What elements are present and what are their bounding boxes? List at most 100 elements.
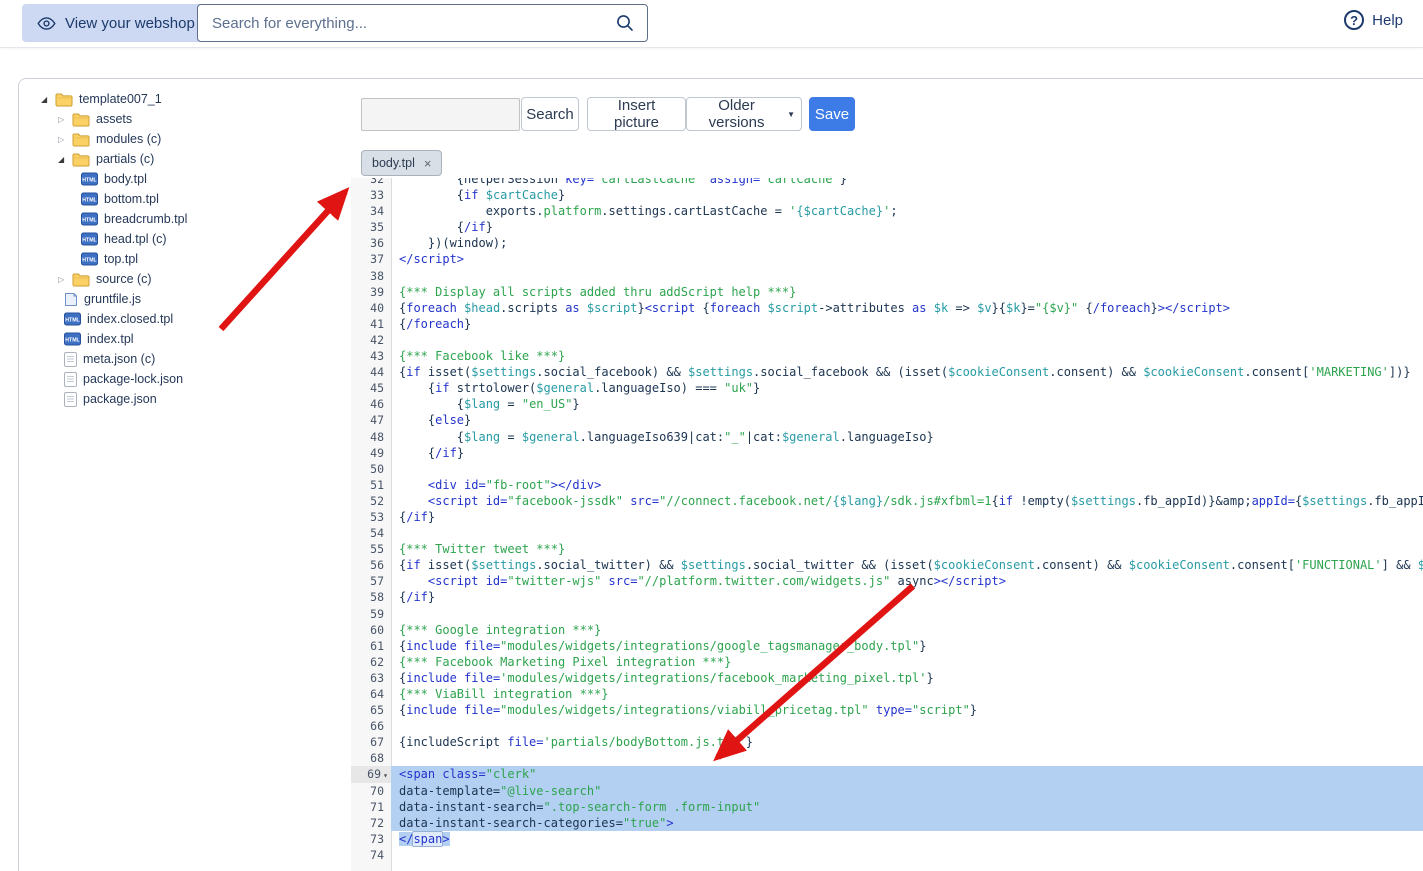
code-line[interactable]: 53{/if}: [351, 509, 1423, 525]
editor-search-input[interactable]: [361, 98, 520, 131]
code-line-text[interactable]: {else}: [391, 412, 1423, 428]
code-line-text[interactable]: <div id="fb-root"></div>: [391, 477, 1423, 493]
code-line-text[interactable]: [391, 525, 1423, 541]
collapse-icon[interactable]: ◢: [41, 95, 55, 104]
code-line-text[interactable]: {$lang = "en_US"}: [391, 396, 1423, 412]
tree-item-template007-1[interactable]: ◢template007_1: [41, 89, 341, 109]
code-line-text[interactable]: [391, 332, 1423, 348]
code-line[interactable]: 56{if isset($settings.social_twitter) &&…: [351, 557, 1423, 573]
code-line-text[interactable]: {*** Display all scripts added thru addS…: [391, 284, 1423, 300]
tree-item-bottom-tpl[interactable]: HTMLbottom.tpl: [41, 189, 341, 209]
code-line[interactable]: 74: [351, 847, 1423, 863]
code-line-text[interactable]: data-instant-search=".top-search-form .f…: [391, 799, 1423, 815]
code-line[interactable]: 52 <script id="facebook-jssdk" src="//co…: [351, 493, 1423, 509]
code-line[interactable]: 41{/foreach}: [351, 316, 1423, 332]
code-line[interactable]: 61{include file="modules/widgets/integra…: [351, 638, 1423, 654]
code-line[interactable]: 44{if isset($settings.social_facebook) &…: [351, 364, 1423, 380]
code-line[interactable]: 39{*** Display all scripts added thru ad…: [351, 284, 1423, 300]
code-line-text[interactable]: {*** Facebook Marketing Pixel integratio…: [391, 654, 1423, 670]
tree-item-package-lock-json[interactable]: package-lock.json: [41, 369, 341, 389]
code-line-text[interactable]: {/foreach}: [391, 316, 1423, 332]
code-line-text[interactable]: {/if}: [391, 509, 1423, 525]
code-line[interactable]: 59: [351, 606, 1423, 622]
code-line-text[interactable]: {if $cartCache}: [391, 187, 1423, 203]
code-line-text[interactable]: {*** ViaBill integration ***}: [391, 686, 1423, 702]
tree-item-top-tpl[interactable]: HTMLtop.tpl: [41, 249, 341, 269]
collapse-icon[interactable]: ◢: [58, 155, 72, 164]
code-line[interactable]: 57 <script id="twitter-wjs" src="//platf…: [351, 573, 1423, 589]
code-line[interactable]: 55{*** Twitter tweet ***}: [351, 541, 1423, 557]
expand-icon[interactable]: ▷: [58, 275, 72, 284]
code-line-text[interactable]: {*** Facebook like ***}: [391, 348, 1423, 364]
tree-item-head-tpl-c[interactable]: HTMLhead.tpl (c): [41, 229, 341, 249]
code-line-text[interactable]: {/if}: [391, 445, 1423, 461]
code-line[interactable]: 50: [351, 461, 1423, 477]
code-line-text[interactable]: {$lang = $general.languageIso639|cat:"_"…: [391, 429, 1423, 445]
code-line-text[interactable]: <span class="clerk": [391, 766, 1423, 782]
tree-item-gruntfile-js[interactable]: gruntfile.js: [41, 289, 341, 309]
tree-item-partials-c[interactable]: ◢partials (c): [41, 149, 341, 169]
code-line-text[interactable]: [391, 606, 1423, 622]
save-button[interactable]: Save: [809, 97, 855, 131]
code-line[interactable]: 51 <div id="fb-root"></div>: [351, 477, 1423, 493]
code-line-text[interactable]: [391, 718, 1423, 734]
code-line[interactable]: 58{/if}: [351, 589, 1423, 605]
code-line[interactable]: 62{*** Facebook Marketing Pixel integrat…: [351, 654, 1423, 670]
code-line-text[interactable]: [391, 461, 1423, 477]
code-line-text[interactable]: {if isset($settings.social_facebook) && …: [391, 364, 1423, 380]
code-line-text[interactable]: data-template="@live-search": [391, 783, 1423, 799]
code-line-text[interactable]: {if isset($settings.social_twitter) && $…: [391, 557, 1423, 573]
close-tab-icon[interactable]: ×: [424, 157, 432, 170]
tree-item-index-closed-tpl[interactable]: HTMLindex.closed.tpl: [41, 309, 341, 329]
view-webshop-button[interactable]: View your webshop: [22, 4, 210, 42]
code-line[interactable]: 33 {if $cartCache}: [351, 187, 1423, 203]
code-line[interactable]: 68: [351, 750, 1423, 766]
older-versions-button[interactable]: Older versions ▼: [686, 97, 802, 131]
code-line[interactable]: 65{include file="modules/widgets/integra…: [351, 702, 1423, 718]
search-icon[interactable]: [616, 14, 634, 32]
code-line-text[interactable]: [391, 750, 1423, 766]
code-line[interactable]: 66: [351, 718, 1423, 734]
code-line[interactable]: 64{*** ViaBill integration ***}: [351, 686, 1423, 702]
code-line-text[interactable]: {include file='modules/widgets/integrati…: [391, 670, 1423, 686]
code-line[interactable]: 72data-instant-search-categories="true">: [351, 815, 1423, 831]
code-line[interactable]: 67{includeScript file='partials/bodyBott…: [351, 734, 1423, 750]
code-line-text[interactable]: data-instant-search-categories="true">: [391, 815, 1423, 831]
code-line[interactable]: 32 {helperSession key="cartLastCache" as…: [351, 178, 1423, 187]
tree-item-body-tpl[interactable]: HTMLbody.tpl: [41, 169, 341, 189]
code-line[interactable]: 42: [351, 332, 1423, 348]
code-line-text[interactable]: [391, 847, 1423, 863]
code-line[interactable]: 60{*** Google integration ***}: [351, 622, 1423, 638]
code-line[interactable]: 43{*** Facebook like ***}: [351, 348, 1423, 364]
code-line[interactable]: 73</span>: [351, 831, 1423, 847]
expand-icon[interactable]: ▷: [58, 135, 72, 144]
help-button[interactable]: ? Help: [1344, 10, 1403, 30]
code-line-text[interactable]: })(window);: [391, 235, 1423, 251]
code-line[interactable]: 46 {$lang = "en_US"}: [351, 396, 1423, 412]
tab-body-tpl[interactable]: body.tpl ×: [361, 150, 442, 176]
code-line-text[interactable]: {*** Twitter tweet ***}: [391, 541, 1423, 557]
code-line-text[interactable]: [391, 268, 1423, 284]
search-button[interactable]: Search: [521, 97, 579, 131]
code-line-text[interactable]: {if strtolower($general.languageIso) ===…: [391, 380, 1423, 396]
code-line[interactable]: 69▾<span class="clerk": [351, 766, 1423, 782]
code-line-text[interactable]: {/if}: [391, 219, 1423, 235]
code-line[interactable]: 47 {else}: [351, 412, 1423, 428]
code-line[interactable]: 48 {$lang = $general.languageIso639|cat:…: [351, 429, 1423, 445]
code-line-text[interactable]: {*** Google integration ***}: [391, 622, 1423, 638]
code-line[interactable]: 37</script>: [351, 251, 1423, 267]
code-line-text[interactable]: {/if}: [391, 589, 1423, 605]
tree-item-index-tpl[interactable]: HTMLindex.tpl: [41, 329, 341, 349]
tree-item-meta-json-c[interactable]: meta.json (c): [41, 349, 341, 369]
code-line-text[interactable]: exports.platform.settings.cartLastCache …: [391, 203, 1423, 219]
code-line[interactable]: 49 {/if}: [351, 445, 1423, 461]
code-line-text[interactable]: </span>: [391, 831, 1423, 847]
code-editor[interactable]: 32 {helperSession key="cartLastCache" as…: [351, 178, 1423, 871]
code-line[interactable]: 71data-instant-search=".top-search-form …: [351, 799, 1423, 815]
global-search-input[interactable]: [198, 5, 616, 41]
code-line-text[interactable]: {includeScript file='partials/bodyBottom…: [391, 734, 1423, 750]
code-line[interactable]: 70data-template="@live-search": [351, 783, 1423, 799]
tree-item-source-c[interactable]: ▷source (c): [41, 269, 341, 289]
code-line-text[interactable]: {include file="modules/widgets/integrati…: [391, 702, 1423, 718]
code-line[interactable]: 35 {/if}: [351, 219, 1423, 235]
